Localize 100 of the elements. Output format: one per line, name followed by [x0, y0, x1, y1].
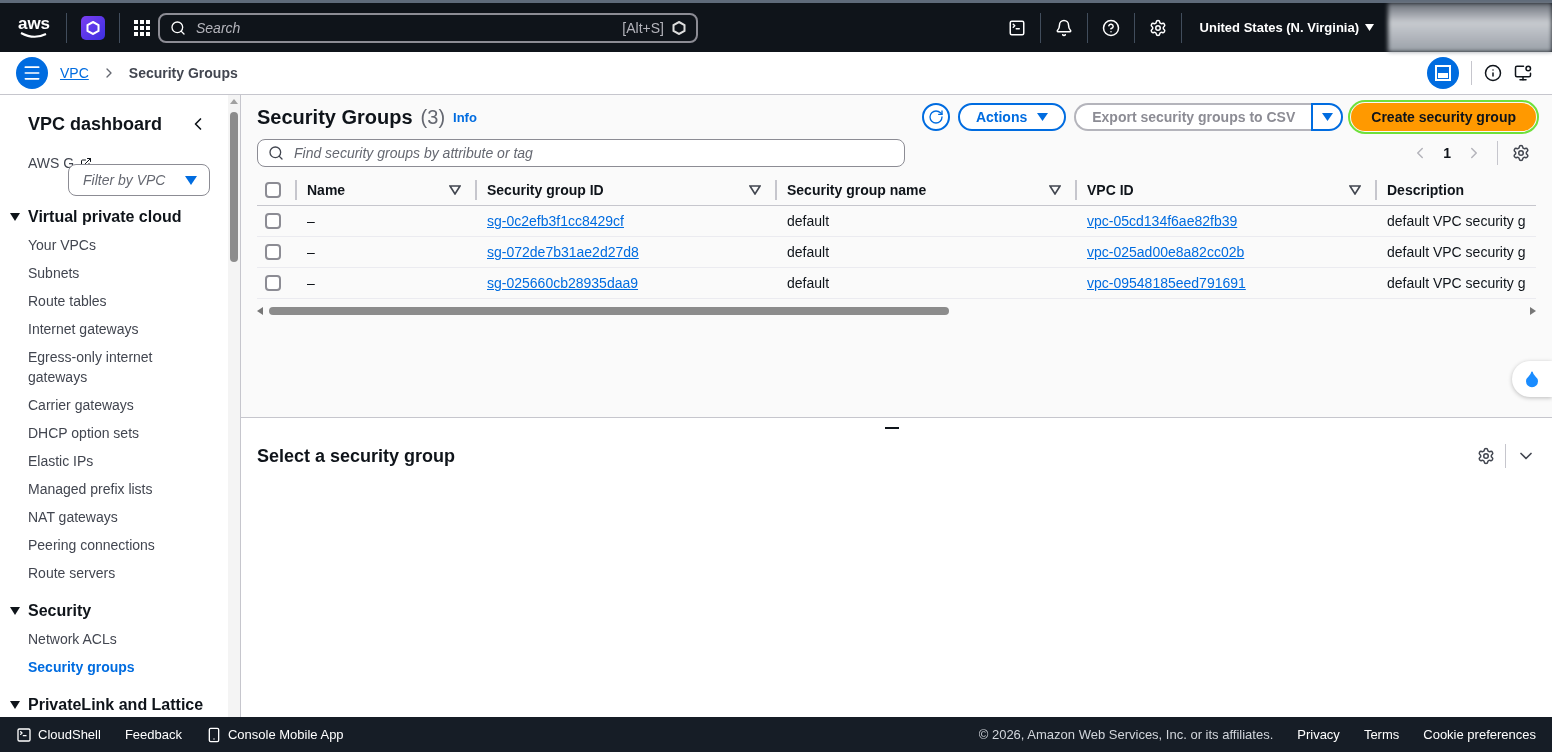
terminal-icon	[16, 726, 32, 743]
apps-grid-icon[interactable]	[134, 19, 150, 36]
vertical-scrollbar[interactable]	[228, 95, 240, 717]
table-link[interactable]: sg-025660cb28935daa9	[487, 275, 639, 291]
table-cell-text: –	[306, 275, 316, 291]
breadcrumb-link[interactable]: VPC	[60, 65, 89, 81]
table-link[interactable]: vpc-025ad00e8a82cc02b	[1087, 244, 1245, 260]
sidebar-item[interactable]: Elastic IPs	[28, 451, 210, 471]
sidebar-item[interactable]: Your VPCs	[28, 235, 210, 255]
sidebar-item[interactable]: NAT gateways	[28, 507, 210, 527]
app-icon[interactable]	[81, 15, 105, 40]
sort-icon[interactable]	[449, 185, 461, 195]
footer-link[interactable]: Feedback	[124, 727, 182, 742]
actions-button[interactable]: Actions	[957, 103, 1067, 131]
sidebar-item[interactable]: Peering connections	[28, 535, 210, 555]
export-menu-button[interactable]	[1311, 103, 1344, 131]
footer-link[interactable]: CloudShell	[16, 726, 101, 743]
page-number[interactable]: 1	[1443, 145, 1451, 161]
info-icon[interactable]	[1484, 64, 1502, 82]
shortcut-hint: [Alt+S]	[622, 19, 664, 36]
menu-icon	[22, 63, 42, 83]
sidebar-item[interactable]: Internet gateways	[28, 319, 210, 339]
scrollbar-thumb[interactable]	[230, 112, 238, 262]
section-heading[interactable]: PrivateLink and Lattice	[28, 696, 204, 714]
table-link[interactable]: vpc-09548185eed791691	[1087, 275, 1246, 291]
table-link[interactable]: sg-072de7b31ae2d27d8	[487, 244, 639, 260]
row-checkbox[interactable]	[265, 275, 281, 291]
table-cell-text: default	[786, 213, 831, 229]
column-header[interactable]: Name	[307, 182, 449, 198]
sidebar-item[interactable]: Network ACLs	[28, 629, 210, 649]
column-header[interactable]: Security group name	[787, 182, 1049, 198]
region-menu[interactable]: United States (N. Virginia)	[1181, 20, 1388, 35]
sidebar-item[interactable]: Carrier gateways	[28, 395, 210, 415]
section-heading[interactable]: Virtual private cloud	[28, 208, 182, 226]
select-all-checkbox[interactable]	[265, 182, 281, 198]
sort-icon[interactable]	[1049, 185, 1061, 195]
table-link[interactable]: sg-0c2efb3f1cc8429cf	[487, 213, 624, 229]
settings-icon[interactable]	[1512, 144, 1530, 162]
column-header[interactable]: Security group ID	[487, 182, 749, 198]
aws-logo[interactable]: aws	[16, 16, 52, 39]
table-cell-text: default	[786, 244, 831, 260]
search-field[interactable]: Search	[194, 18, 615, 37]
table-cell-text: –	[306, 244, 316, 260]
sidebar-item[interactable]: Egress-only internet gateways	[28, 347, 210, 387]
caret-down-icon[interactable]	[10, 606, 20, 616]
item-count: (3)	[420, 105, 446, 129]
search-icon	[268, 145, 284, 161]
search-bar[interactable]: Find security groups by attribute or tag	[257, 139, 905, 167]
details-title: Select a security group	[257, 445, 456, 467]
create-button[interactable]: Create security group	[1351, 103, 1536, 131]
info-link[interactable]: Info	[453, 109, 477, 125]
breadcrumb-current: Security Groups	[128, 65, 238, 81]
caret-down-icon[interactable]	[10, 700, 20, 710]
search-bar[interactable]: Search [Alt+S]	[158, 12, 698, 43]
help-icon	[1101, 18, 1120, 37]
scrollbar-thumb[interactable]	[269, 307, 949, 315]
table-link[interactable]: vpc-05cd134f6ae82fb39	[1087, 213, 1238, 229]
sidebar-title: VPC dashboard	[28, 113, 163, 135]
sidebar-item[interactable]: DHCP option sets	[28, 423, 210, 443]
monitor-icon[interactable]	[1514, 64, 1532, 82]
table-cell-text: default VPC security g	[1386, 244, 1527, 260]
assistant-button[interactable]	[1512, 361, 1552, 397]
row-checkbox[interactable]	[265, 213, 281, 229]
caret-down-icon	[1037, 113, 1049, 121]
sidebar-item[interactable]: Route tables	[28, 291, 210, 311]
hexagon-icon	[672, 20, 686, 35]
footer-link[interactable]: Cookie preferences	[1423, 727, 1536, 742]
table-cell-text: default	[786, 275, 831, 291]
sidebar-item[interactable]: Subnets	[28, 263, 210, 283]
caret-down-icon[interactable]	[10, 212, 20, 222]
sidebar-item[interactable]: Route servers	[28, 563, 210, 583]
refresh-button[interactable]	[921, 103, 950, 131]
footer-link[interactable]: Terms	[1363, 727, 1400, 742]
search-icon	[170, 19, 186, 36]
scroll-left-icon[interactable]	[257, 307, 263, 315]
column-header[interactable]: VPC ID	[1087, 182, 1349, 198]
resize-handle[interactable]	[884, 427, 899, 429]
column-header[interactable]: Description	[1387, 182, 1536, 198]
sidebar-item[interactable]: Managed prefix lists	[28, 479, 210, 499]
footer-link[interactable]: Console Mobile App	[205, 726, 344, 743]
copyright: © 2026, Amazon Web Services, Inc. or its affiliates.	[978, 727, 1274, 742]
menu-button[interactable]	[16, 57, 48, 89]
table-cell-text: default VPC security g	[1386, 213, 1527, 229]
table-cell-text: –	[306, 213, 316, 229]
row-checkbox[interactable]	[265, 244, 281, 260]
settings-icon[interactable]	[1477, 447, 1495, 465]
panel-icon	[1435, 65, 1451, 81]
caret-down-icon	[1321, 113, 1333, 121]
scroll-right-icon[interactable]	[1530, 307, 1536, 315]
sort-icon[interactable]	[1349, 185, 1361, 195]
droplet-icon	[1523, 370, 1541, 388]
sidebar-item[interactable]: Security groups	[28, 657, 210, 677]
page-title: Security Groups	[257, 105, 413, 129]
panel-toggle-button[interactable]	[1427, 57, 1459, 89]
footer-link[interactable]: Privacy	[1297, 727, 1340, 742]
caret-down-icon	[1365, 24, 1374, 31]
bell-icon	[1054, 18, 1073, 37]
section-heading[interactable]: Security	[28, 602, 92, 620]
refresh-icon	[927, 109, 944, 125]
sort-icon[interactable]	[749, 185, 761, 195]
